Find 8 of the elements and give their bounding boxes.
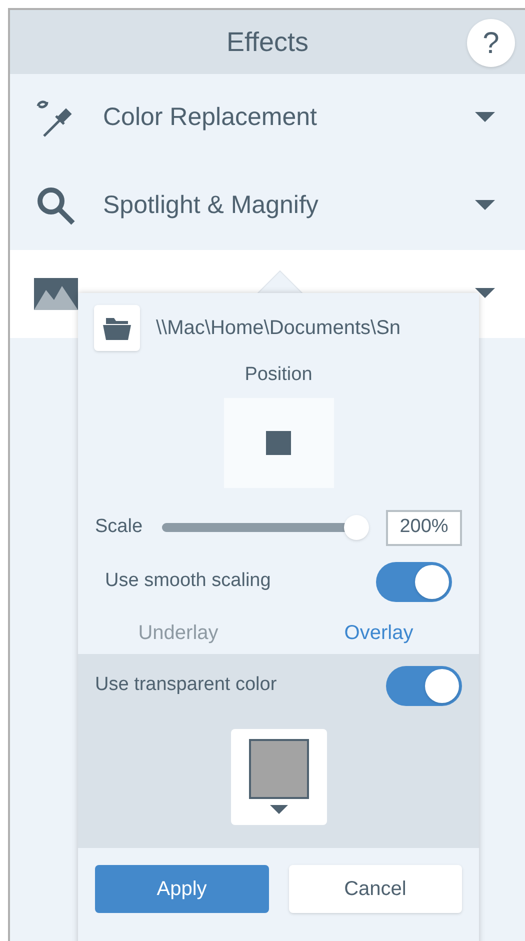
file-path: \\Mac\Home\Documents\Sn bbox=[156, 316, 401, 341]
position-label: Position bbox=[244, 363, 312, 387]
transparent-color-label: Use transparent color bbox=[95, 673, 277, 698]
smooth-scaling-label: Use smooth scaling bbox=[105, 569, 271, 594]
effect-label: Spotlight & Magnify bbox=[103, 190, 320, 222]
scale-label: Scale bbox=[95, 515, 143, 540]
effect-label: Color Replacement bbox=[103, 102, 318, 134]
panel-title: Effects bbox=[226, 26, 309, 59]
